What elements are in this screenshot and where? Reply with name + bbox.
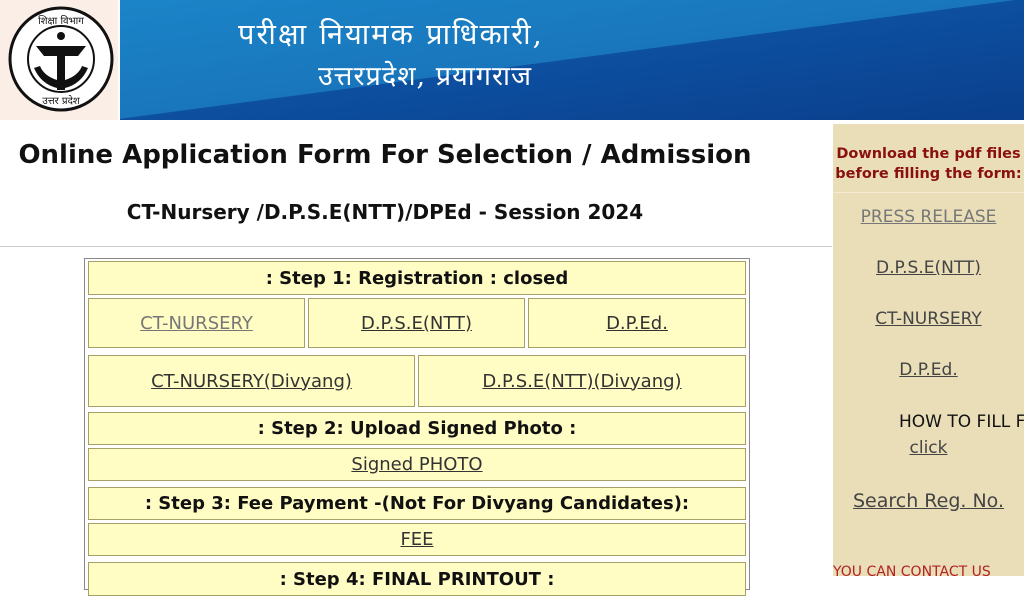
sidebar-dpse-ntt-link[interactable]: D.P.S.E(NTT) [833, 258, 1024, 278]
sidebar-divider [833, 192, 1024, 193]
logo-container: शिक्षा विभाग उत्तर प्रदेश [0, 0, 118, 120]
site-header: शिक्षा विभाग उत्तर प्रदेश परीक्षा नियामक… [0, 0, 1024, 122]
banner-subtitle: उत्तरप्रदेश, प्रयागराज [318, 61, 533, 92]
download-note: Download the pdf files before filling th… [835, 146, 1022, 182]
step3-header: : Step 3: Fee Payment -(Not For Divyang … [88, 487, 746, 520]
signed-photo-link[interactable]: Signed PHOTO [351, 454, 482, 475]
up-basic-education-logo: शिक्षा विभाग उत्तर प्रदेश [8, 6, 114, 112]
header-banner: परीक्षा नियामक प्राधिकारी, उत्तरप्रदेश, … [120, 0, 1024, 120]
step4-header: : Step 4: FINAL PRINTOUT : [88, 562, 746, 596]
contact-us-text: YOU CAN CONTACT US [833, 564, 991, 580]
banner-title: परीक्षा नियामक प्राधिकारी, [238, 17, 544, 51]
step1-cell-ct-nursery: CT-NURSERY [88, 298, 305, 348]
title-area: Online Application Form For Selection / … [0, 124, 832, 247]
how-to-fill-click-link[interactable]: click [833, 438, 1024, 458]
step2-cell: Signed PHOTO [88, 448, 746, 481]
sidebar: Download the pdf files before filling th… [833, 124, 1024, 580]
logo-text-top: शिक्षा विभाग [38, 15, 84, 27]
ct-nursery-divyang-link[interactable]: CT-NURSERY(Divyang) [151, 371, 352, 392]
dped-link[interactable]: D.P.Ed. [606, 313, 668, 334]
fee-link[interactable]: FEE [400, 529, 433, 550]
how-to-fill-label: HOW TO FILL F [899, 412, 1024, 432]
sidebar-dped-link[interactable]: D.P.Ed. [833, 360, 1024, 380]
page-subtitle: CT-Nursery /D.P.S.E(NTT)/DPEd - Session … [126, 200, 644, 224]
step2-header: : Step 2: Upload Signed Photo : [88, 412, 746, 445]
step1-cell-dped: D.P.Ed. [528, 298, 746, 348]
dpse-ntt-divyang-link[interactable]: D.P.S.E(NTT)(Divyang) [482, 371, 681, 392]
step1-cell-dpse-divyang: D.P.S.E(NTT)(Divyang) [418, 355, 746, 407]
step1-header: : Step 1: Registration : closed [88, 261, 746, 295]
step1-cell-dpse: D.P.S.E(NTT) [308, 298, 525, 348]
sidebar-ct-nursery-link[interactable]: CT-NURSERY [833, 309, 1024, 329]
dpse-ntt-link[interactable]: D.P.S.E(NTT) [361, 313, 472, 334]
ct-nursery-link[interactable]: CT-NURSERY [140, 313, 253, 334]
search-reg-no-link[interactable]: Search Reg. No. [833, 490, 1024, 512]
logo-text-bottom: उत्तर प्रदेश [42, 95, 80, 107]
application-steps-table: : Step 1: Registration : closed CT-NURSE… [84, 258, 750, 596]
step1-cell-ct-nursery-divyang: CT-NURSERY(Divyang) [88, 355, 415, 407]
page-title: Online Application Form For Selection / … [18, 140, 752, 170]
step3-cell: FEE [88, 523, 746, 556]
press-release-link[interactable]: PRESS RELEASE [833, 207, 1024, 227]
